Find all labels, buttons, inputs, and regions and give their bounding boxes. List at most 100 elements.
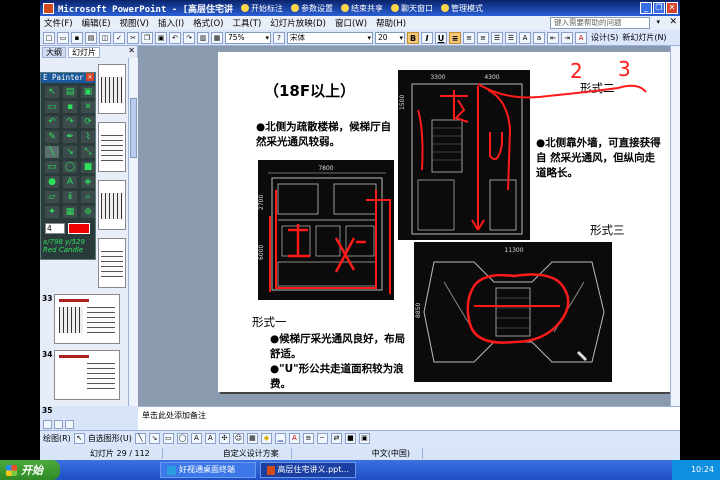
tab-slides[interactable]: 幻灯片 [68, 46, 100, 58]
normal-view-icon[interactable] [43, 420, 52, 429]
redo-draw-icon[interactable]: ↷ [63, 116, 77, 128]
slide-thumbnail[interactable] [98, 180, 126, 230]
end-share-button[interactable]: 结束共享 [341, 3, 383, 14]
tab-outline[interactable]: 大纲 [42, 46, 66, 58]
form1-description-1[interactable]: ●候梯厅采光通风良好，布局舒适。 [270, 332, 406, 362]
slide-scrollbar[interactable] [670, 46, 680, 406]
help-search-input[interactable]: 键入需要帮助的问题 [550, 17, 650, 29]
numbering-icon[interactable]: ☰ [491, 31, 503, 44]
menu-edit[interactable]: 编辑(E) [82, 17, 111, 29]
clear-icon[interactable]: ✕ [81, 101, 95, 113]
line-tool-icon[interactable]: ╲ [134, 433, 146, 444]
north-stair-text[interactable]: ●北侧为疏散楼梯，候梯厅自然采光通风较弱。 [256, 120, 392, 150]
painter-close-icon[interactable]: ✕ [86, 73, 94, 81]
font-color-icon[interactable]: A [575, 31, 587, 44]
font-increase-icon[interactable]: A [519, 31, 531, 44]
double-arrow-icon[interactable]: ⤡ [81, 146, 95, 158]
system-tray-clock[interactable]: 10:24 [672, 460, 720, 480]
eraser-icon[interactable]: ▱ [45, 191, 59, 203]
rectangle-icon[interactable]: ▭ [45, 161, 59, 173]
restore-button[interactable]: ❐ [653, 2, 665, 14]
image-icon[interactable]: ▦ [63, 206, 77, 218]
dash-style-icon[interactable]: ┄ [316, 433, 328, 444]
menu-file[interactable]: 文件(F) [44, 17, 73, 29]
table-icon[interactable]: ▦ [211, 31, 223, 44]
spell-icon[interactable]: ✓ [113, 31, 125, 44]
paste-icon[interactable]: ▣ [155, 31, 167, 44]
arrow-style-icon[interactable]: ⇄ [330, 433, 342, 444]
chat-window-button[interactable]: 聊天窗口 [391, 3, 433, 14]
oval-tool-icon[interactable]: ◯ [176, 433, 188, 444]
clipart-icon[interactable]: ☺ [232, 433, 244, 444]
3d-icon[interactable]: ▣ [358, 433, 370, 444]
align-left-button[interactable]: ≡ [449, 31, 461, 44]
form3-label[interactable]: 形式三 [590, 222, 625, 238]
menu-slideshow[interactable]: 幻灯片放映(D) [270, 17, 326, 29]
slide-thumbnail[interactable] [98, 122, 126, 172]
undo-draw-icon[interactable]: ↶ [45, 116, 59, 128]
filled-rectangle-icon[interactable]: ■ [81, 161, 95, 173]
refresh-icon[interactable]: ⟳ [81, 116, 95, 128]
align-right-icon[interactable]: ≡ [477, 31, 489, 44]
chart-icon[interactable]: ▥ [197, 31, 209, 44]
panel-scrollbar[interactable] [128, 58, 138, 406]
select-arrow-icon[interactable]: ↖ [73, 433, 85, 444]
design-button[interactable]: 设计(S) [591, 32, 618, 43]
taskbar-item-powerpoint[interactable]: 高层住宅讲义.ppt... [260, 462, 356, 478]
pen-color-swatch[interactable] [68, 223, 90, 234]
copy-icon[interactable]: ❐ [141, 31, 153, 44]
form1-label[interactable]: 形式一 [252, 314, 287, 330]
open-icon[interactable]: ▭ [57, 31, 69, 44]
marker-icon[interactable]: ✒ [63, 131, 77, 143]
brush-icon[interactable]: ⌇ [81, 131, 95, 143]
settings-button[interactable]: 参数设置 [291, 3, 333, 14]
taskbar-item-video-client[interactable]: 好视通桌面终端 [160, 462, 256, 478]
stamp-icon[interactable]: ✦ [45, 206, 59, 218]
menu-view[interactable]: 视图(V) [120, 17, 149, 29]
filled-ellipse-icon[interactable]: ● [45, 176, 59, 188]
indent-icon[interactable]: ⇤ [547, 31, 559, 44]
line-color-icon[interactable]: ▁ [274, 433, 286, 444]
slide-canvas[interactable]: （18F以上） ●北侧为疏散楼梯，候梯厅自然采光通风较弱。 形式二 ●北侧靠外墙… [218, 52, 672, 392]
start-annotate-button[interactable]: 开始标注 [241, 3, 283, 14]
slideshow-view-icon[interactable] [65, 420, 74, 429]
menu-window[interactable]: 窗口(W) [335, 17, 367, 29]
arrow-tool-icon[interactable]: ↘ [148, 433, 160, 444]
floor-plan-form3[interactable]: 11300 8850 [414, 242, 612, 382]
pencil-icon[interactable]: ✎ [45, 131, 59, 143]
panel-scroll-thumb[interactable] [130, 98, 137, 158]
textbox-icon[interactable]: A [190, 433, 202, 444]
open-file-icon[interactable]: ▭ [45, 101, 59, 113]
zoom-select[interactable]: 75% [225, 31, 271, 44]
floor-plan-form1[interactable]: 7800 2700 6000 [258, 160, 394, 300]
text-icon[interactable]: A [63, 176, 77, 188]
arrow-line-icon[interactable]: ↘ [63, 146, 77, 158]
highlighter-icon[interactable]: ⅱ [63, 191, 77, 203]
line-icon[interactable]: ╲ [45, 146, 59, 158]
menu-tools[interactable]: 工具(T) [232, 17, 261, 29]
pointer-icon[interactable]: ↖ [45, 86, 59, 98]
close-button[interactable]: ✕ [666, 2, 678, 14]
help-dropdown-icon[interactable]: ▾ [656, 18, 660, 26]
ellipse-icon[interactable]: ◯ [63, 161, 77, 173]
preview-icon[interactable]: ◫ [99, 31, 111, 44]
bold-button[interactable]: B [407, 31, 419, 44]
minimize-button[interactable]: _ [640, 2, 652, 14]
wordart-icon[interactable]: A [204, 433, 216, 444]
menu-format[interactable]: 格式(O) [193, 17, 223, 29]
layers-icon[interactable]: ▤ [63, 86, 77, 98]
help-icon[interactable]: ? [273, 31, 285, 44]
font-decrease-icon[interactable]: a [533, 31, 545, 44]
slide-title[interactable]: （18F以上） [264, 80, 355, 101]
new-slide-button[interactable]: 新幻灯片(N) [622, 32, 666, 43]
fill-color-icon[interactable]: ◆ [260, 433, 272, 444]
admin-mode-button[interactable]: 管理模式 [441, 3, 483, 14]
rectangle-tool-icon[interactable]: ▭ [162, 433, 174, 444]
font-color-draw-icon[interactable]: A [288, 433, 300, 444]
save-file-icon[interactable]: ▪ [63, 101, 77, 113]
panel-close-icon[interactable]: ✕ [128, 46, 135, 55]
save-icon[interactable]: ▪ [71, 31, 83, 44]
font-size-select[interactable]: 20 [375, 31, 405, 44]
menu-help[interactable]: 帮助(H) [376, 17, 406, 29]
underline-button[interactable]: U [435, 31, 447, 44]
